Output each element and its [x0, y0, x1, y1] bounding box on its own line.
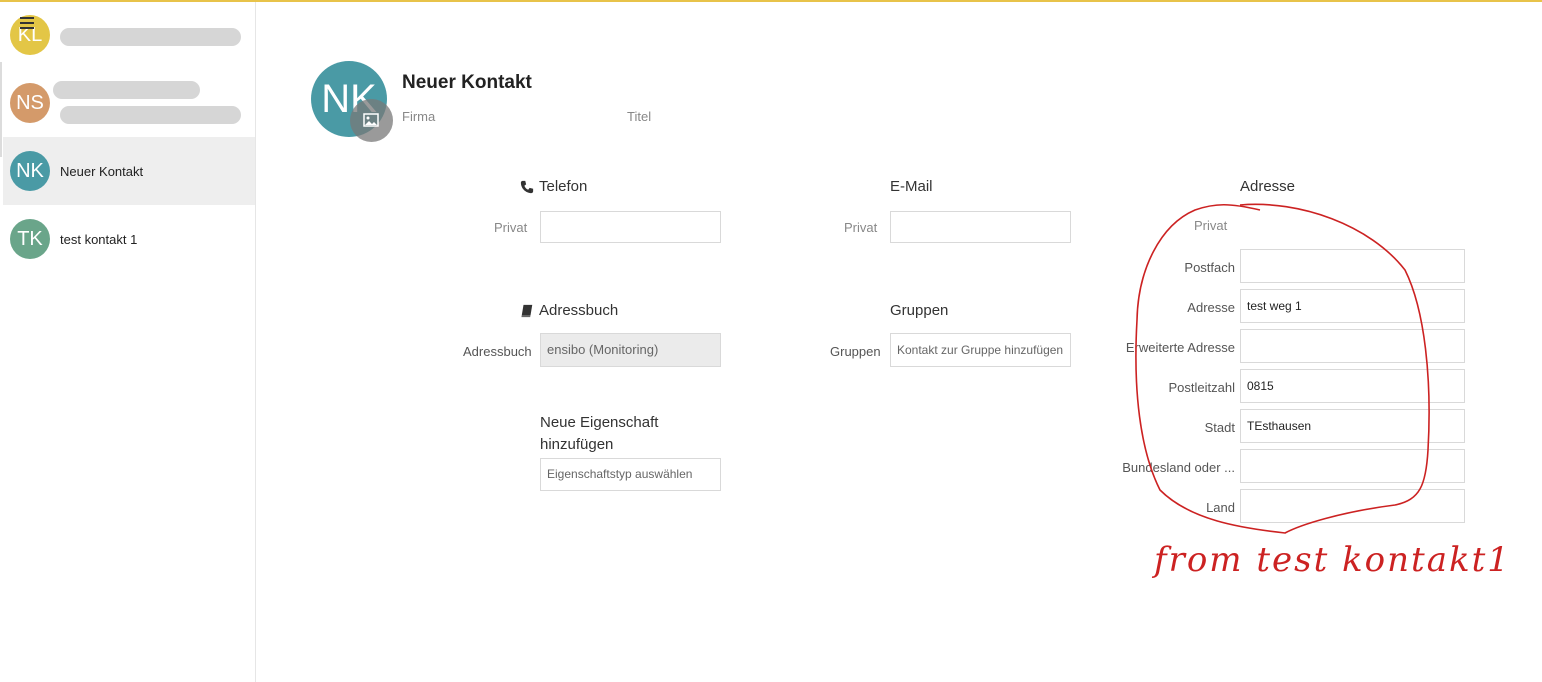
adresse-type-label: Privat: [1194, 218, 1228, 233]
country-label: Land: [1206, 500, 1235, 515]
add-property-heading: Neue Eigenschaft hinzufügen: [540, 412, 658, 456]
company-field[interactable]: Firma: [402, 109, 435, 124]
adressbuch-heading-text: Adressbuch: [539, 302, 619, 319]
city-input[interactable]: TEsthausen: [1240, 409, 1465, 443]
email-input[interactable]: [890, 211, 1071, 243]
contact-list-item[interactable]: NS: [3, 70, 255, 138]
add-property-heading-line1: Neue Eigenschaft: [540, 414, 659, 431]
gruppen-section-heading: Gruppen: [890, 302, 949, 319]
telefon-section-heading: Telefon: [520, 178, 587, 195]
book-icon: [521, 304, 533, 318]
contact-name: test kontakt 1: [60, 232, 138, 247]
image-icon: [363, 113, 379, 127]
contact-list-item[interactable]: TK test kontakt 1: [3, 205, 255, 273]
telefon-type-label: Privat: [494, 220, 528, 235]
postfach-label: Postfach: [1184, 260, 1235, 275]
adresse-section-heading: Adresse: [1240, 178, 1296, 195]
postfach-input[interactable]: [1240, 249, 1465, 283]
email-section-heading: E-Mail: [890, 178, 933, 195]
extended-address-input[interactable]: [1240, 329, 1465, 363]
street-label: Adresse: [1187, 300, 1235, 315]
add-property-heading-line2: hinzufügen: [540, 436, 614, 453]
contact-list-item-active[interactable]: NK Neuer Kontakt: [3, 137, 255, 205]
postal-code-label: Postleitzahl: [1168, 380, 1235, 395]
property-type-select[interactable]: Eigenschaftstyp auswählen: [540, 458, 721, 491]
contact-avatar: NS: [10, 83, 50, 123]
contact-name-title[interactable]: Neuer Kontakt: [402, 72, 532, 94]
contact-list-item[interactable]: KL: [3, 2, 255, 70]
adressbuch-section-heading: Adressbuch: [520, 302, 618, 319]
contact-avatar: NK: [10, 151, 50, 191]
telefon-heading-text: Telefon: [539, 178, 588, 195]
contact-avatar: TK: [10, 219, 50, 259]
street-input[interactable]: test weg 1: [1240, 289, 1465, 323]
postal-code-input[interactable]: 0815: [1240, 369, 1465, 403]
adressbuch-select[interactable]: ensibo (Monitoring): [540, 333, 721, 367]
country-input[interactable]: [1240, 489, 1465, 523]
contact-name: Neuer Kontakt: [60, 164, 144, 179]
state-input[interactable]: [1240, 449, 1465, 483]
telefon-input[interactable]: [540, 211, 721, 243]
city-label: Stadt: [1204, 420, 1235, 435]
annotation-text: from test kontakt1: [1154, 540, 1511, 580]
gruppen-input[interactable]: Kontakt zur Gruppe hinzufügen: [890, 333, 1071, 367]
extended-address-label: Erweiterte Adresse: [1125, 340, 1235, 355]
redacted-detail: [60, 106, 241, 124]
email-type-label: Privat: [844, 220, 878, 235]
contacts-sidebar: KL NS NK Neuer Kontakt TK test kontakt 1: [0, 2, 256, 682]
phone-icon: [520, 180, 534, 194]
gruppen-label: Gruppen: [830, 344, 881, 359]
adressbuch-label: Adressbuch: [463, 344, 532, 359]
sidebar-scroll-indicator: [0, 62, 2, 157]
menu-icon[interactable]: [20, 17, 34, 29]
redacted-name: [53, 81, 200, 99]
state-label: Bundesland oder ...: [1122, 460, 1235, 475]
redacted-name: [60, 28, 241, 46]
title-field[interactable]: Titel: [627, 109, 651, 124]
upload-photo-button[interactable]: [350, 99, 393, 142]
